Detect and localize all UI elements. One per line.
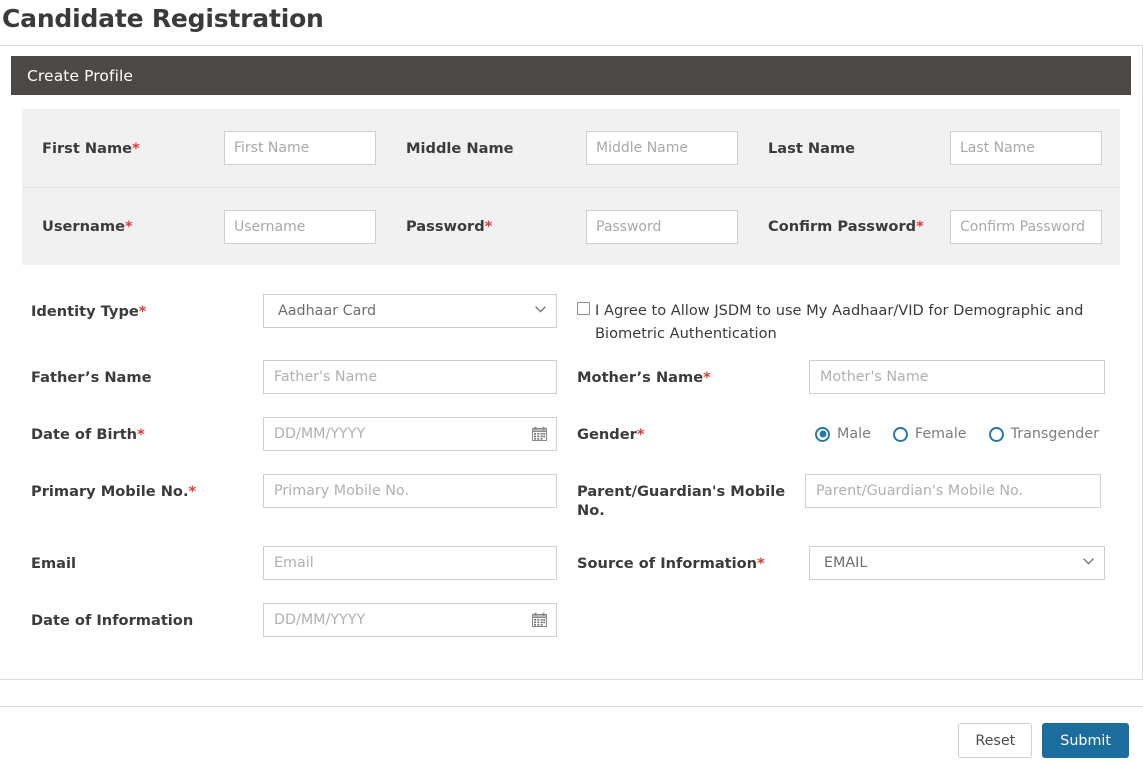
credentials-row-name: First Name* Middle Name Last Name [22, 109, 1120, 187]
gender-option-transgender[interactable]: Transgender [989, 426, 1099, 442]
field-date-of-birth: Date of Birth* [22, 417, 571, 451]
field-password: Password* [406, 218, 586, 235]
required-marker: * [757, 555, 765, 572]
field-gender: Gender* Male Female [571, 417, 1120, 444]
first-name-label: First Name* [42, 140, 140, 157]
submit-button[interactable]: Submit [1042, 723, 1129, 758]
field-primary-mobile: Primary Mobile No.* [22, 474, 571, 508]
radio-male-indicator[interactable] [815, 427, 830, 442]
credentials-row-login: Username* Password* Confirm Password* [22, 187, 1120, 265]
middle-name-input[interactable] [586, 131, 738, 165]
mothers-name-input[interactable] [809, 360, 1105, 394]
row-parents-name: Father’s Name Mother’s Name* [22, 360, 1120, 417]
required-marker: * [703, 369, 711, 386]
date-of-birth-wrap [263, 417, 557, 451]
date-of-birth-input[interactable] [263, 417, 557, 451]
field-confirm-password: Confirm Password* [768, 218, 950, 235]
date-of-information-input[interactable] [263, 603, 557, 637]
confirm-password-label: Confirm Password* [768, 218, 924, 235]
radio-male-label: Male [837, 426, 871, 442]
date-of-information-wrap [263, 603, 557, 637]
primary-mobile-input[interactable] [263, 474, 557, 508]
source-of-information-label: Source of Information* [577, 546, 809, 573]
source-of-information-select[interactable]: EMAIL [809, 546, 1105, 580]
field-identity-type: Identity Type* Aadhaar Card [22, 294, 571, 328]
gender-option-male[interactable]: Male [815, 426, 871, 442]
required-marker: * [137, 426, 145, 443]
gender-radio-group: Male Female Transgender [815, 417, 1120, 442]
username-label: Username* [42, 218, 133, 235]
page-title: Candidate Registration [0, 0, 1143, 35]
field-middle-name: Middle Name [406, 140, 586, 157]
mothers-name-label: Mother’s Name* [577, 360, 809, 387]
email-label: Email [31, 546, 263, 573]
field-mothers-name: Mother’s Name* [571, 360, 1120, 394]
password-input[interactable] [586, 210, 738, 244]
primary-mobile-label: Primary Mobile No.* [31, 474, 263, 501]
profile-form: Identity Type* Aadhaar Card [0, 265, 1142, 653]
required-marker: * [485, 218, 493, 235]
card-body: First Name* Middle Name Last Name Userna… [0, 109, 1142, 653]
last-name-input[interactable] [950, 131, 1102, 165]
field-date-of-information: Date of Information [22, 603, 571, 637]
aadhaar-consent-checkbox-group[interactable]: I Agree to Allow JSDM to use My Aadhaar/… [577, 294, 1087, 345]
field-username: Username* [42, 218, 224, 235]
field-aadhaar-consent: I Agree to Allow JSDM to use My Aadhaar/… [571, 294, 1120, 345]
confirm-password-input[interactable] [950, 210, 1102, 244]
radio-transgender-indicator[interactable] [989, 427, 1004, 442]
field-source-of-information: Source of Information* EMAIL [571, 546, 1120, 580]
field-email: Email [22, 546, 571, 580]
date-of-birth-label: Date of Birth* [31, 417, 263, 444]
create-profile-card: Create Profile First Name* Middle Name L… [0, 45, 1143, 680]
required-marker: * [637, 426, 645, 443]
radio-female-indicator[interactable] [893, 427, 908, 442]
card-header-title: Create Profile [27, 67, 133, 85]
guardian-mobile-input[interactable] [805, 474, 1101, 508]
username-input[interactable] [224, 210, 376, 244]
radio-transgender-label: Transgender [1011, 426, 1099, 442]
row-email-source: Email Source of Information* EMAIL [22, 546, 1120, 603]
field-first-name: First Name* [42, 140, 224, 157]
form-actions: Reset Submit [958, 723, 1129, 758]
middle-name-label: Middle Name [406, 140, 514, 157]
reset-button[interactable]: Reset [958, 723, 1032, 758]
aadhaar-consent-checkbox[interactable] [577, 302, 590, 315]
password-label: Password* [406, 218, 492, 235]
fathers-name-label: Father’s Name [31, 360, 263, 387]
row-dob-gender: Date of Birth* [22, 417, 1120, 474]
source-of-information-select-wrap: EMAIL [809, 546, 1105, 580]
required-marker: * [132, 140, 140, 157]
card-header: Create Profile [11, 56, 1131, 95]
credentials-panel: First Name* Middle Name Last Name Userna… [22, 109, 1120, 265]
field-last-name: Last Name [768, 140, 950, 157]
last-name-label: Last Name [768, 140, 855, 157]
field-fathers-name: Father’s Name [22, 360, 571, 394]
radio-female-label: Female [915, 426, 967, 442]
aadhaar-consent-label: I Agree to Allow JSDM to use My Aadhaar/… [595, 299, 1087, 345]
email-input[interactable] [263, 546, 557, 580]
row-mobile-numbers: Primary Mobile No.* Parent/Guardian's Mo… [22, 474, 1120, 546]
fathers-name-input[interactable] [263, 360, 557, 394]
gender-label: Gender* [577, 417, 809, 444]
row-date-of-information: Date of Information [22, 603, 1120, 653]
identity-type-select-wrap: Aadhaar Card [263, 294, 557, 328]
required-marker: * [139, 303, 147, 320]
required-marker: * [189, 483, 197, 500]
date-of-information-label: Date of Information [31, 603, 263, 630]
first-name-input[interactable] [224, 131, 376, 165]
identity-type-label: Identity Type* [31, 294, 263, 321]
footer-divider [0, 706, 1143, 707]
required-marker: * [916, 218, 924, 235]
guardian-mobile-label: Parent/Guardian's Mobile No. [577, 474, 805, 520]
required-marker: * [125, 218, 133, 235]
row-identity: Identity Type* Aadhaar Card [22, 294, 1120, 360]
gender-option-female[interactable]: Female [893, 426, 967, 442]
field-guardian-mobile: Parent/Guardian's Mobile No. [571, 474, 1120, 520]
identity-type-select[interactable]: Aadhaar Card [263, 294, 557, 328]
